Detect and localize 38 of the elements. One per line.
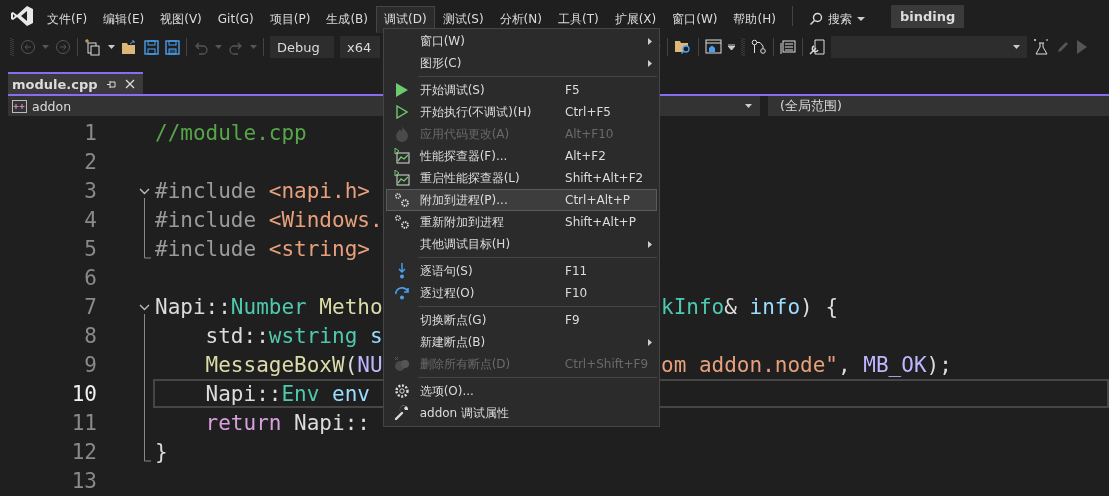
shortcut-text: Ctrl+Alt+P (565, 193, 630, 207)
shortcut-text: Alt+F10 (565, 127, 614, 141)
code-text: #include <Windows. (155, 207, 383, 232)
shortcut-text: F11 (565, 264, 588, 278)
solution-name: binding (890, 4, 965, 28)
line-number: 13 (70, 468, 97, 493)
shortcut-text: Shift+Alt+F2 (565, 171, 644, 185)
shortcut-text: Shift+Alt+P (565, 215, 636, 229)
line-number: 6 (83, 265, 97, 290)
tab-title: module.cpp (12, 76, 98, 92)
line-number: 12 (70, 439, 97, 464)
code-text: om addon.node", MB_OK); (661, 352, 952, 377)
code-text: return Napi:: (204, 410, 370, 435)
shortcut-text: F5 (565, 83, 580, 97)
line-number: 7 (83, 294, 97, 319)
code-text: Napi::Env env (204, 381, 370, 406)
code-text: #include <string> (155, 236, 370, 261)
shortcut-text: F10 (565, 286, 588, 300)
line-number: 5 (83, 236, 97, 261)
line-number: 10 (70, 381, 97, 406)
shortcut-text: Alt+F2 (565, 149, 606, 163)
code-text: //module.cpp (155, 120, 307, 145)
line-number: 1 (83, 120, 97, 145)
line-number: 9 (83, 352, 97, 377)
shortcut-text: Ctrl+Shift+F9 (564, 357, 649, 371)
code-text: std::wstring s (204, 323, 383, 348)
shortcut-text: Ctrl+F5 (565, 105, 611, 119)
code-text: } (155, 439, 168, 464)
code-text: Napi::Number Metho (155, 294, 383, 319)
code-text: kInfo& info) { (661, 294, 839, 319)
line-number: 3 (83, 178, 97, 203)
code-text: MessageBoxW(NU (204, 352, 383, 377)
line-number: 2 (83, 149, 97, 174)
shortcut-text: F9 (565, 313, 580, 327)
line-number: 8 (83, 323, 97, 348)
code-text: #include <napi.h> (155, 178, 370, 203)
line-number: 4 (83, 207, 97, 232)
line-number: 11 (70, 410, 97, 435)
